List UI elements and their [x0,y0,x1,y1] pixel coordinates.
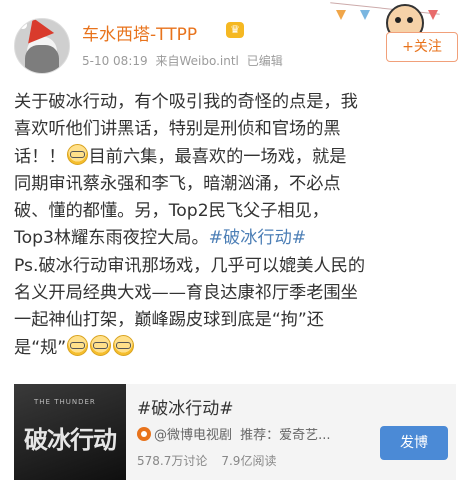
topic-stats: 578.7万讨论 7.9亿阅读 [137,452,276,469]
read-count: 7.9亿阅读 [221,454,277,468]
flag-icon [360,10,370,20]
post-text: 一起神仙打架，巅峰踢皮球到底是“拘”还 [14,310,324,331]
post-text-line: 同期审讯蔡永强和李飞，暗潮汹涌，不必点 [14,171,466,198]
post-text-line: 是“规” [14,334,466,362]
post-header: 车水西塔-TTPP ♛ 5-10 08:19 来自Weibo.intl 已编辑 … [0,0,474,84]
glasses-emoji-icon [67,334,89,356]
flag-icon [336,10,346,20]
thumbnail-title: 破冰行动 [24,425,117,454]
post-text: Ps.破冰行动审讯那场戏，几乎可以媲美人民的 [14,255,366,276]
avatar-figure [25,45,59,73]
glasses-emoji-icon [66,143,88,165]
post-content: 关于破冰行动，有个吸引我的奇怪的点是，我 喜欢听他们讲黑话，特别是刑侦和官场的黑话… [14,89,466,362]
topic-link[interactable]: #破冰行动# [209,228,307,248]
topic-thumbnail[interactable]: THE THUNDER 破冰行动 [14,384,126,480]
post-text-line: 喜欢听他们讲黑话，特别是刑侦和官场的黑 [14,116,466,143]
avatar[interactable] [14,18,70,74]
timestamp: 5-10 08:19 [82,54,148,68]
topic-title[interactable]: #破冰行动# [137,394,234,419]
post-text-line: 一起神仙打架，巅峰踢皮球到底是“拘”还 [14,307,466,334]
post-text: 话！！ [14,146,66,167]
post-text-line: 破、懂的都懂。另，Top2民飞父子相见， [14,198,466,225]
glasses-emoji-icon [90,334,112,356]
topic-card[interactable]: THE THUNDER 破冰行动 #破冰行动# @微博电视剧 推荐：爱奇艺...… [14,384,456,480]
post-text: 关于破冰行动，有个吸引我的奇怪的点是，我 [14,92,358,112]
username[interactable]: 车水西塔-TTPP [82,20,197,45]
post-meta: 5-10 08:19 来自Weibo.intl 已编辑 [82,52,287,69]
post-text: 喜欢听他们讲黑话，特别是刑侦和官场的黑 [14,119,341,140]
weibo-tv-icon [137,427,151,441]
topic-recommend: 推荐：爱奇艺... [240,428,331,443]
santa-hat-ball [19,21,27,29]
post-text-line: Top3林耀东雨夜控大局。#破冰行动# [14,225,466,252]
post-text-line: 名义开局经典大戏——育良达康祁厅季老围坐 [14,280,466,307]
post-text-line: Ps.破冰行动审讯那场戏，几乎可以媲美人民的 [14,253,466,280]
follow-button[interactable]: +关注 [386,32,458,62]
thumbnail-caption: THE THUNDER [34,398,96,406]
discussion-count: 578.7万讨论 [137,454,208,468]
source-label[interactable]: 来自Weibo.intl [155,54,238,68]
flag-icon [428,10,438,20]
post-text: 名义开局经典大戏——育良达康祁厅季老围坐 [14,283,358,304]
post-text: 是“规” [14,337,67,358]
vip-badge-icon: ♛ [226,22,244,38]
post-text: Top3林耀东雨夜控大局。 [14,228,209,249]
decoration-string [330,2,440,15]
glasses-emoji-icon [113,334,135,356]
post-topic-button[interactable]: 发博 [380,426,448,460]
edited-label[interactable]: 已编辑 [247,54,283,68]
topic-source-row: @微博电视剧 推荐：爱奇艺... [137,424,331,443]
post-text: 破、懂的都懂。另，Top2民飞父子相见， [14,201,329,222]
post-text-line: 话！！ 目前六集，最喜欢的一场戏，就是 [14,143,466,171]
topic-source[interactable]: @微博电视剧 [154,428,232,443]
post-text: 目前六集，最喜欢的一场戏，就是 [88,146,347,167]
post-text: 同期审讯蔡永强和李飞，暗潮汹涌，不必点 [14,173,341,194]
post-text-line: 关于破冰行动，有个吸引我的奇怪的点是，我 [14,89,466,116]
